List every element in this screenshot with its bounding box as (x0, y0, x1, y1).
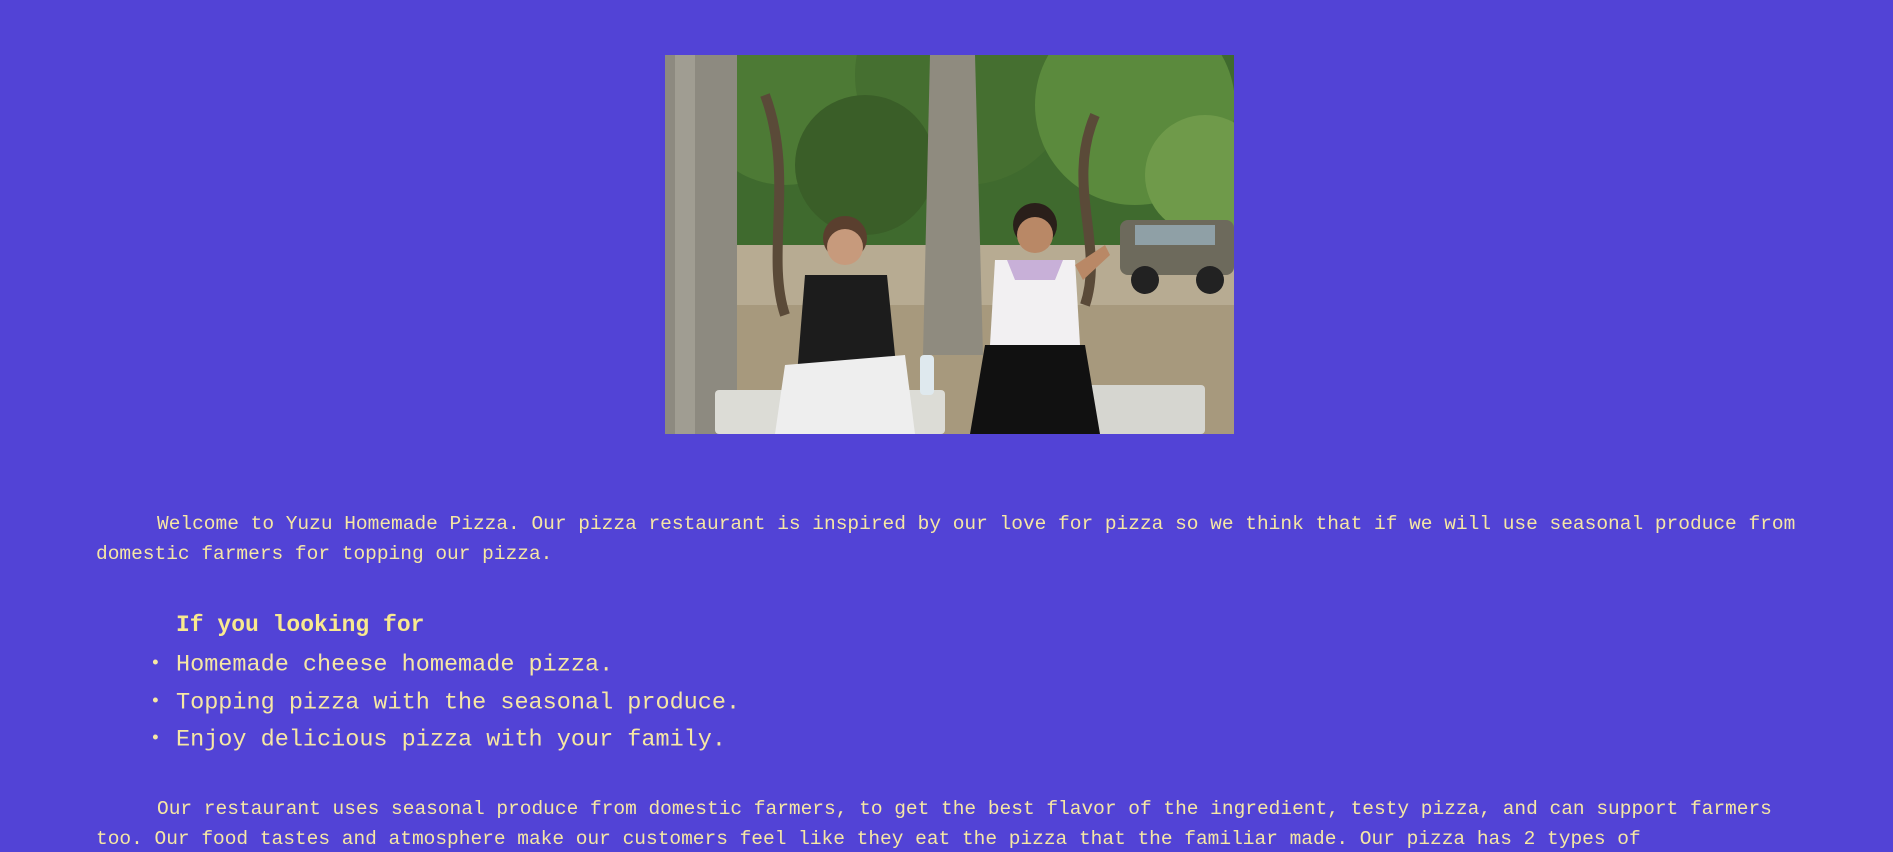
hero-photo (665, 55, 1234, 434)
list-item: • Topping pizza with the seasonal produce… (150, 684, 740, 722)
list-item-text: Homemade cheese homemade pizza. (176, 651, 614, 679)
bullet-icon: • (150, 691, 161, 712)
story-paragraph: Our restaurant uses seasonal produce fro… (96, 798, 1772, 850)
list-item: • Homemade cheese homemade pizza. (150, 646, 740, 684)
features-list: • Homemade cheese homemade pizza. • Toppin… (150, 646, 740, 759)
list-item: • Enjoy delicious pizza with your family. (150, 721, 740, 759)
park-photo-illustration (665, 55, 1234, 434)
intro-paragraph: Welcome to Yuzu Homemade Pizza. Our pizz… (96, 513, 1796, 565)
bullet-icon: • (150, 654, 161, 674)
list-item-text: Enjoy delicious pizza with your family. (176, 727, 726, 755)
bullet-icon: • (150, 729, 161, 750)
looking-for-title: If you looking for (176, 612, 425, 638)
list-item-text: Topping pizza with the seasonal produce. (176, 689, 741, 717)
